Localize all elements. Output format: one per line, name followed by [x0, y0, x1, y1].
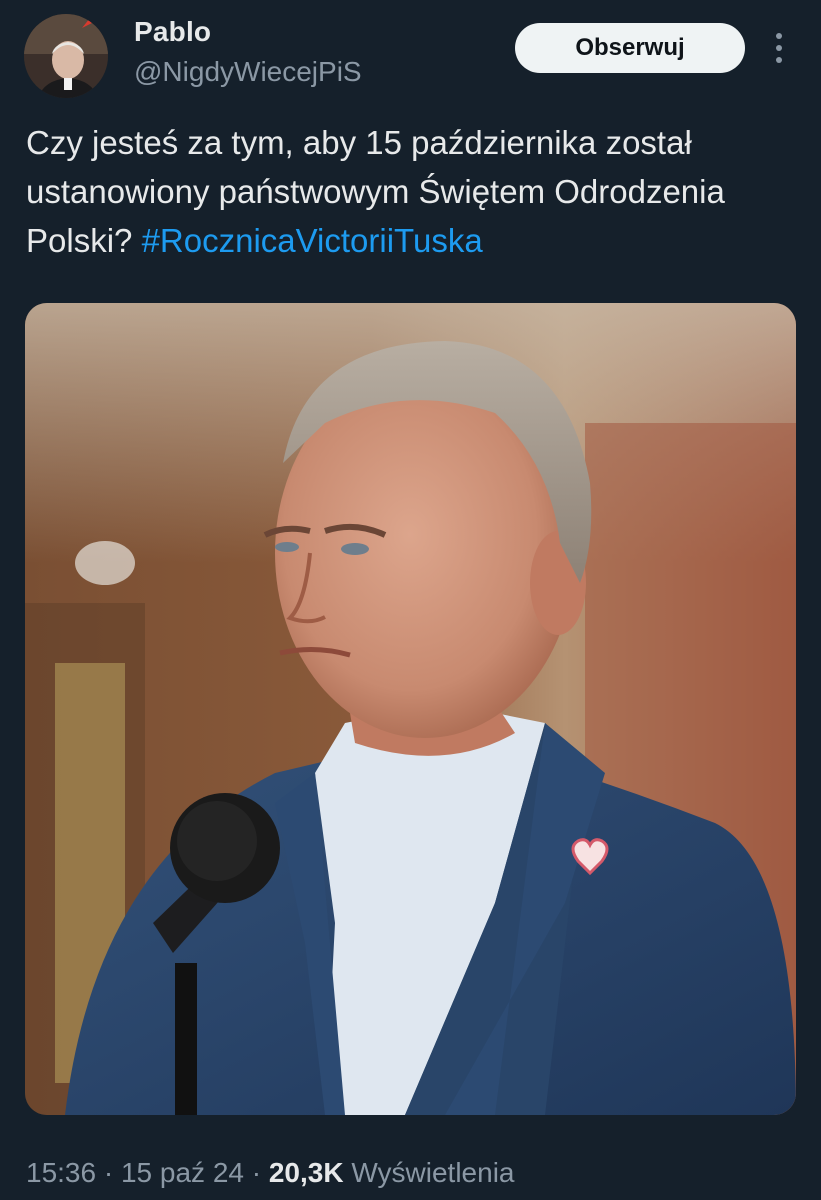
timestamp-date[interactable]: 15 paź 24 [121, 1157, 244, 1188]
avatar[interactable] [24, 14, 108, 98]
more-vertical-icon[interactable] [767, 30, 791, 66]
views-count: 20,3K [268, 1157, 344, 1188]
author-handle[interactable]: @NigdyWiecejPiS [134, 56, 362, 88]
meta-separator-2: · [243, 1157, 269, 1188]
views-label: Wyświetlenia [343, 1157, 515, 1188]
portrait-photo [25, 303, 796, 1115]
tweet-text: Czy jesteś za tym, aby 15 października z… [26, 118, 796, 265]
follow-button[interactable]: Obserwuj [515, 23, 745, 73]
author-display-name[interactable]: Pablo [134, 16, 211, 48]
timestamp-time[interactable]: 15:36 [26, 1157, 96, 1188]
meta-separator: · [96, 1157, 121, 1188]
tweet: Pablo @NigdyWiecejPiS Obserwuj Czy jeste… [0, 0, 821, 1200]
tweet-meta: 15:36 · 15 paź 24 · 20,3K Wyświetlenia [26, 1157, 515, 1189]
hashtag-link[interactable]: #RocznicaVictoriiTuska [142, 222, 483, 259]
avatar-image [24, 14, 108, 98]
tweet-photo[interactable] [25, 303, 796, 1115]
